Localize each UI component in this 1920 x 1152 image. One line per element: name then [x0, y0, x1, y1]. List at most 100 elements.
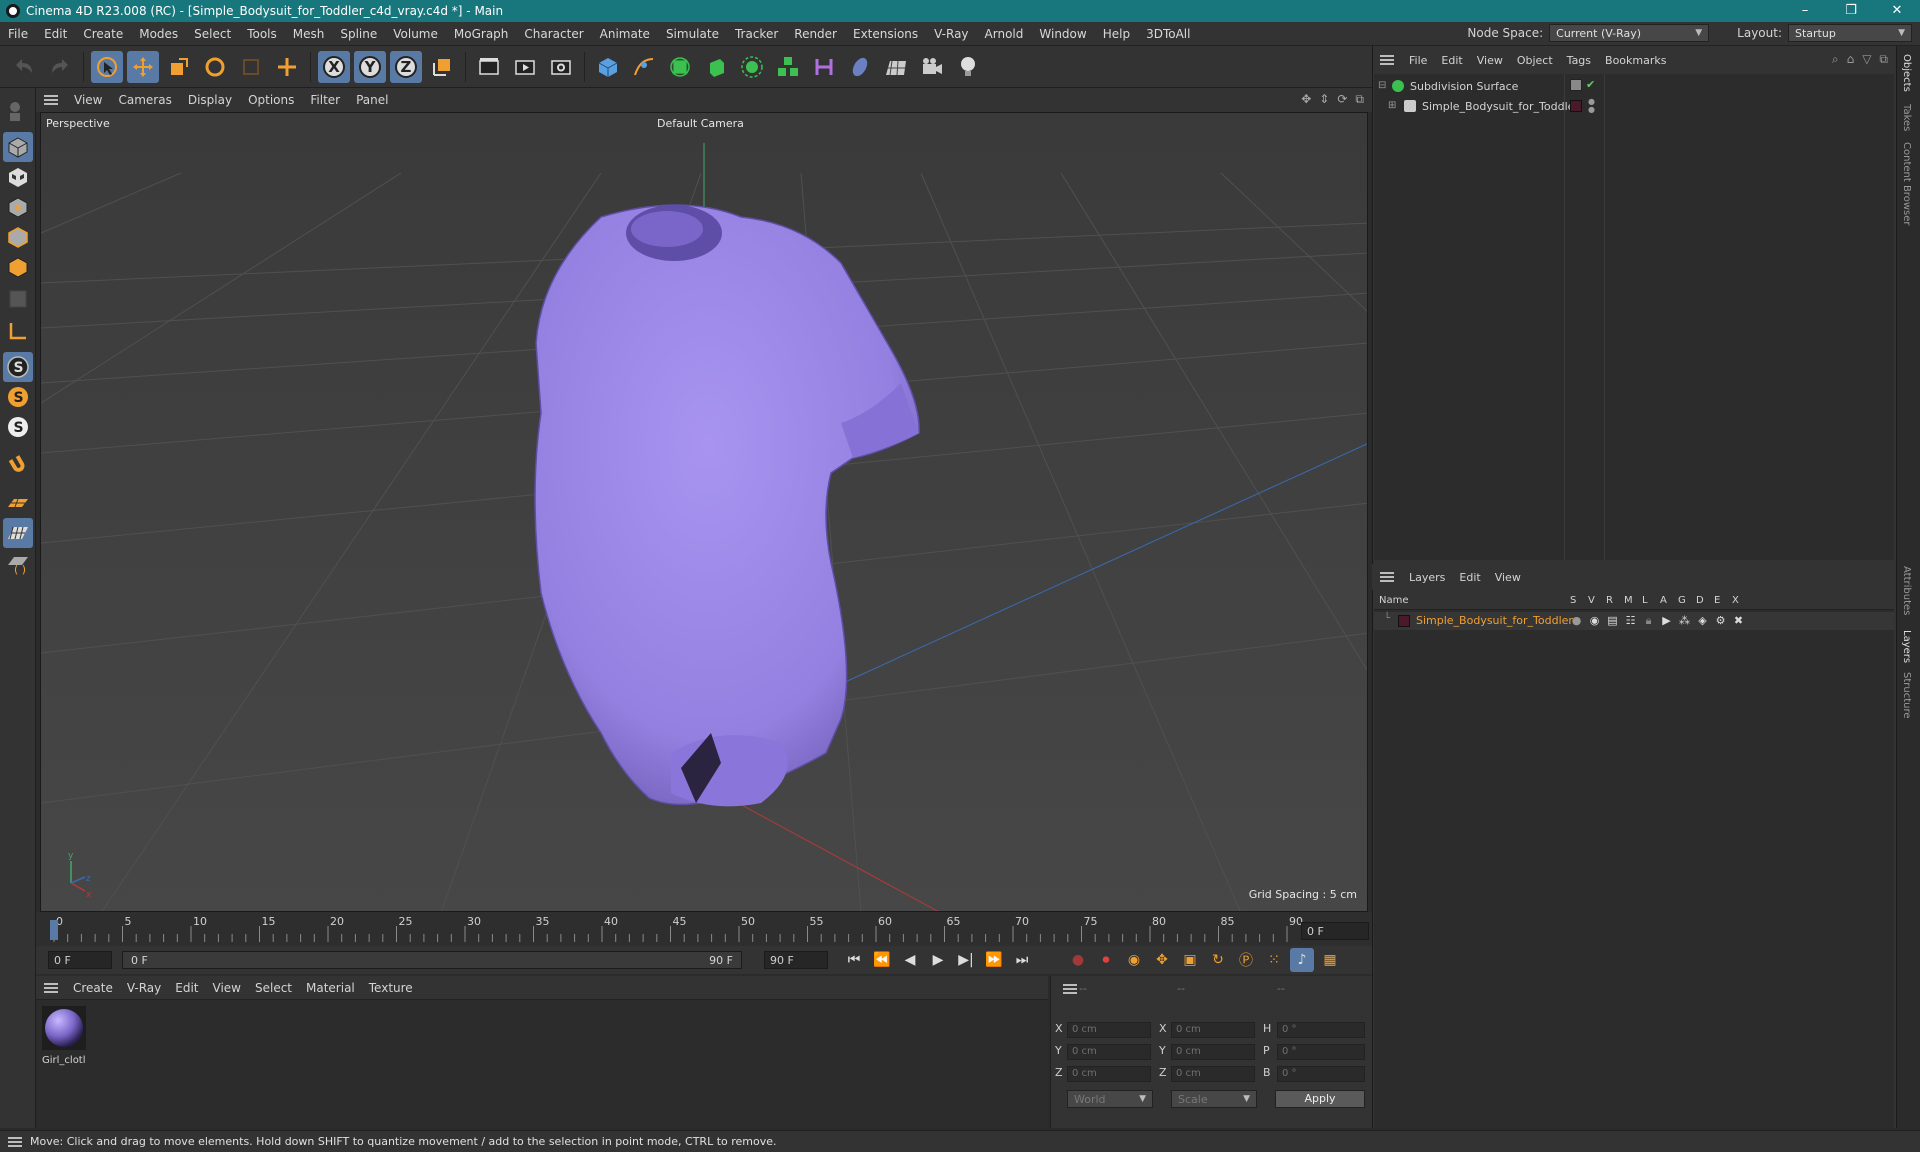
xref-icon[interactable]: ✖: [1732, 614, 1745, 628]
pos-y-field[interactable]: 0 cm: [1067, 1044, 1151, 1060]
frame-range-slider[interactable]: 0 F 90 F: [122, 951, 742, 969]
layer-swatch[interactable]: [1570, 100, 1582, 112]
material-item[interactable]: Girl_clotl: [42, 1006, 86, 1066]
tab-objects[interactable]: Objects: [1901, 54, 1912, 92]
redo-button[interactable]: [44, 51, 76, 83]
scale-tool-button[interactable]: [163, 51, 195, 83]
camera-button[interactable]: [916, 51, 948, 83]
playhead[interactable]: [50, 920, 58, 940]
menu-render[interactable]: Render: [786, 27, 845, 41]
move-tool-button[interactable]: [127, 50, 159, 83]
animation-icon[interactable]: ▶: [1660, 614, 1673, 628]
size-mode-dropdown[interactable]: Scale ▼: [1171, 1090, 1257, 1108]
polygons-mode-button[interactable]: [3, 252, 33, 282]
coordinate-mode-dropdown[interactable]: World ▼: [1067, 1090, 1153, 1108]
menu-arnold[interactable]: Arnold: [977, 27, 1032, 41]
model-mode-button[interactable]: [3, 132, 33, 162]
menu-modes[interactable]: Modes: [131, 27, 186, 41]
record-off-icon[interactable]: ●: [1066, 948, 1090, 972]
z-axis-lock-button[interactable]: Z: [390, 50, 422, 83]
material-menu-material[interactable]: Material: [299, 981, 362, 995]
rotate-tool-button[interactable]: [199, 51, 231, 83]
size-x-field[interactable]: 0 cm: [1171, 1022, 1255, 1038]
material-menu-edit[interactable]: Edit: [168, 981, 205, 995]
object-menu-bookmarks[interactable]: Bookmarks: [1598, 54, 1673, 67]
rot-h-field[interactable]: 0 °: [1277, 1022, 1365, 1038]
floor-button[interactable]: [880, 51, 912, 83]
size-z-field[interactable]: 0 cm: [1171, 1066, 1255, 1082]
object-menu-view[interactable]: View: [1470, 54, 1510, 67]
pen-spline-button[interactable]: [628, 51, 660, 83]
home-icon[interactable]: ⌂: [1847, 52, 1855, 67]
material-menu-select[interactable]: Select: [248, 981, 299, 995]
menu-mograph[interactable]: MoGraph: [446, 27, 517, 41]
render-view-button[interactable]: [473, 51, 505, 83]
render-picture-viewer-button[interactable]: [509, 51, 541, 83]
expressions-icon[interactable]: ⚙: [1714, 614, 1727, 628]
search-icon[interactable]: ⌕: [1832, 52, 1839, 67]
viewport-menu-cameras[interactable]: Cameras: [110, 93, 179, 107]
subdivision-surface-button[interactable]: [664, 51, 696, 83]
manager-icon[interactable]: ☷: [1624, 614, 1637, 628]
tab-takes[interactable]: Takes: [1901, 104, 1912, 131]
expand-icon[interactable]: ⊞: [1388, 100, 1396, 111]
play-icon[interactable]: ▶: [926, 948, 950, 972]
menu-help[interactable]: Help: [1095, 27, 1138, 41]
visibility-dots-icon[interactable]: ● ●: [1588, 98, 1595, 114]
current-frame-field[interactable]: 0 F: [1301, 922, 1369, 940]
layer-row[interactable]: └ Simple_Bodysuit_for_Toddler ● ◉ ▤ ☷ 🔒︎…: [1374, 612, 1894, 630]
end-frame-field[interactable]: 90 F: [764, 951, 828, 969]
timeline-window-icon[interactable]: ▦: [1318, 948, 1342, 972]
lock-icon[interactable]: 🔒︎: [1642, 614, 1655, 628]
node-space-dropdown[interactable]: Current (V-Ray) ▼: [1549, 24, 1710, 42]
previous-frame-icon[interactable]: ◀: [898, 948, 922, 972]
motion-audio-icon[interactable]: ♪: [1290, 948, 1314, 972]
move-view-icon[interactable]: ✥: [1301, 92, 1311, 107]
next-key-icon[interactable]: ⏩: [982, 948, 1006, 972]
key-scale-icon[interactable]: ▣: [1178, 948, 1202, 972]
object-row-bodysuit[interactable]: ⊞ Simple_Bodysuit_for_Toddler ● ●: [1374, 98, 1894, 116]
next-frame-icon[interactable]: ▶|: [954, 948, 978, 972]
go-to-start-icon[interactable]: ⏮: [842, 948, 866, 972]
edges-mode-button[interactable]: [3, 222, 33, 252]
restore-button[interactable]: ❐: [1828, 0, 1874, 22]
material-menu-create[interactable]: Create: [66, 981, 120, 995]
render-icon[interactable]: ▤: [1606, 614, 1619, 628]
points-mode-button[interactable]: [3, 192, 33, 222]
menu-extensions[interactable]: Extensions: [845, 27, 926, 41]
enabled-check-icon[interactable]: ✔: [1586, 78, 1595, 91]
solo-dot-icon[interactable]: ●: [1570, 614, 1583, 628]
rot-p-field[interactable]: 0 °: [1277, 1044, 1365, 1060]
viewport-menu-options[interactable]: Options: [240, 93, 302, 107]
deformer-button[interactable]: [808, 51, 840, 83]
viewport-camera-name[interactable]: Default Camera: [657, 117, 744, 130]
autokey-icon[interactable]: ⏺: [1094, 948, 1118, 972]
start-frame-field[interactable]: 0 F: [48, 951, 112, 969]
object-menu-file[interactable]: File: [1402, 54, 1434, 67]
tab-attributes[interactable]: Attributes: [1901, 566, 1912, 615]
workplane-button[interactable]: [3, 316, 33, 346]
layer-menu-layers[interactable]: Layers: [1402, 571, 1452, 584]
menu-select[interactable]: Select: [186, 27, 239, 41]
undo-button[interactable]: [8, 51, 40, 83]
menu-spline[interactable]: Spline: [332, 27, 385, 41]
extrude-button[interactable]: [700, 51, 732, 83]
menu-edit[interactable]: Edit: [36, 27, 75, 41]
tab-content-browser[interactable]: Content Browser: [1901, 142, 1912, 225]
field-button[interactable]: [844, 51, 876, 83]
new-window-icon[interactable]: ⧉: [1879, 52, 1888, 67]
deformers-icon[interactable]: ◈: [1696, 614, 1709, 628]
key-position-icon[interactable]: ✥: [1150, 948, 1174, 972]
hamburger-icon[interactable]: [1380, 572, 1394, 582]
menu-mesh[interactable]: Mesh: [285, 27, 333, 41]
tab-structure[interactable]: Structure: [1901, 672, 1912, 719]
size-y-field[interactable]: 0 cm: [1171, 1044, 1255, 1060]
menu-tracker[interactable]: Tracker: [727, 27, 786, 41]
object-menu-object[interactable]: Object: [1510, 54, 1560, 67]
viewport-menu-display[interactable]: Display: [180, 93, 240, 107]
menu-volume[interactable]: Volume: [385, 27, 446, 41]
material-menu-texture[interactable]: Texture: [362, 981, 420, 995]
floor-grid-button[interactable]: [3, 488, 33, 518]
solo-button[interactable]: S: [3, 352, 33, 382]
grid-button[interactable]: [3, 518, 33, 548]
